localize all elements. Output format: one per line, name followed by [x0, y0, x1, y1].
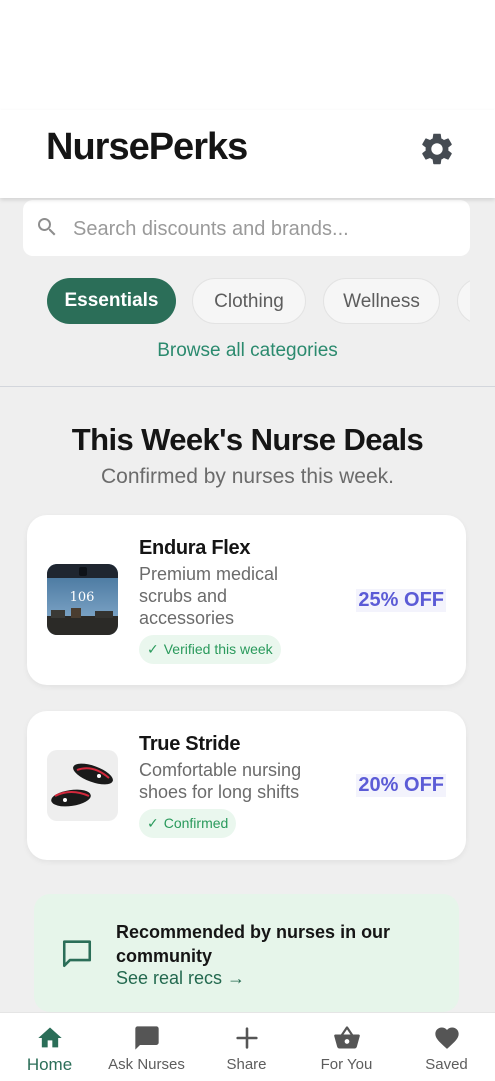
category-chips: Essentials Clothing Wellness: [0, 278, 470, 324]
chat-bubble-icon: [62, 940, 92, 968]
nav-label: Home: [26, 1055, 73, 1074]
nav-saved[interactable]: Saved: [397, 1013, 495, 1081]
deal-card-true-stride[interactable]: True Stride Comfortable nursing shoes fo…: [27, 711, 466, 860]
deal-thumbnail: [47, 750, 118, 821]
divider: [0, 386, 495, 387]
chip-essentials[interactable]: Essentials: [47, 278, 176, 324]
settings-button[interactable]: [418, 130, 456, 168]
check-icon: ✓: [147, 641, 159, 657]
community-recs-banner[interactable]: Recommended by nurses in our community S…: [34, 894, 459, 1012]
status-bar-area: [0, 0, 495, 110]
home-icon: [38, 1027, 62, 1048]
nav-label: Ask Nurses: [108, 1056, 185, 1073]
nav-label: Share: [226, 1056, 267, 1073]
bottom-navigation: Home Ask Nurses Share For You Saved: [0, 1012, 495, 1081]
heart-icon: [435, 1027, 459, 1049]
badge-label: Verified this week: [163, 641, 273, 657]
app-header: NursePerks: [0, 110, 495, 198]
thumb-text: 106: [70, 590, 95, 605]
deal-name: True Stride: [139, 733, 241, 755]
nav-home[interactable]: Home: [0, 1013, 99, 1081]
deal-name: Endura Flex: [139, 537, 251, 559]
status-badge: ✓ Verified this week: [139, 635, 281, 664]
nav-share[interactable]: Share: [197, 1013, 296, 1081]
check-icon: ✓: [147, 815, 159, 831]
section-subtitle: Confirmed by nurses this week.: [101, 465, 394, 488]
basket-icon: [334, 1026, 360, 1049]
chip-wellness[interactable]: Wellness: [323, 278, 440, 324]
see-real-recs-link[interactable]: See real recs →: [116, 968, 245, 989]
nav-label: Saved: [425, 1056, 468, 1073]
app-title: NursePerks: [46, 126, 248, 168]
status-badge: ✓ Confirmed: [139, 809, 237, 838]
section-title: This Week's Nurse Deals: [71, 422, 424, 457]
deal-thumbnail: 106: [47, 564, 118, 635]
plus-icon: [236, 1027, 258, 1049]
discount-label: 20% OFF: [356, 774, 446, 797]
search-bar: [23, 200, 470, 256]
gear-icon: [422, 133, 452, 165]
discount-label: 25% OFF: [356, 589, 446, 612]
browse-all-link[interactable]: Browse all categories: [0, 340, 495, 362]
nav-for-you[interactable]: For You: [297, 1013, 396, 1081]
deal-card-endura-flex[interactable]: 106 Endura Flex Premium medical scrubs a…: [27, 515, 466, 685]
promo-title: Recommended by nurses in our community: [116, 922, 391, 966]
search-input[interactable]: [71, 208, 455, 250]
nav-ask-nurses[interactable]: Ask Nurses: [97, 1013, 196, 1081]
chip-clothing[interactable]: Clothing: [192, 278, 306, 324]
nav-label: For You: [320, 1056, 373, 1073]
chat-icon: [135, 1026, 159, 1050]
search-icon: [38, 218, 56, 236]
chip-partial[interactable]: [457, 278, 470, 324]
deal-description: Premium medical scrubs and accessories: [139, 564, 279, 628]
deal-description: Comfortable nursing shoes for long shift…: [139, 760, 302, 802]
badge-label: Confirmed: [163, 815, 229, 831]
